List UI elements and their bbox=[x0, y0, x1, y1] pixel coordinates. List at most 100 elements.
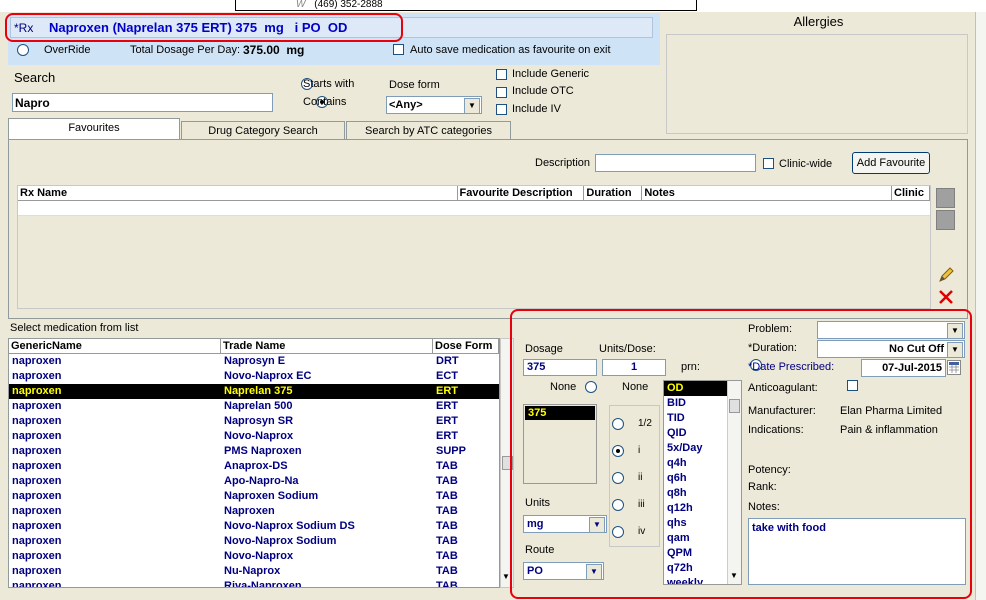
generic-name-cell: naproxen bbox=[12, 415, 62, 427]
generic-name-cell: naproxen bbox=[12, 445, 62, 457]
scroll-down-arrow-icon[interactable]: ▼ bbox=[502, 572, 510, 581]
dose-form-cell: ERT bbox=[436, 400, 458, 412]
fav-col-duration[interactable]: Duration bbox=[584, 186, 643, 201]
trade-name-cell: Naprosyn SR bbox=[224, 415, 294, 427]
generic-name-cell: naproxen bbox=[12, 460, 62, 472]
trade-name-cell: Novo-Naprox bbox=[224, 430, 294, 442]
medlist-col-trade[interactable]: Trade Name bbox=[221, 339, 433, 354]
right-scrollbar[interactable] bbox=[975, 12, 986, 600]
dose-form-cell: TAB bbox=[436, 505, 458, 517]
allergies-title: Allergies bbox=[793, 14, 844, 29]
generic-name-cell: naproxen bbox=[12, 520, 62, 532]
top-phone-box: W (469) 352-2888 bbox=[235, 0, 697, 11]
medlist-row[interactable]: naproxen Riva-Naproxen TAB bbox=[9, 579, 499, 588]
generic-name-cell: naproxen bbox=[12, 475, 62, 487]
trade-name-cell: Naproxen Sodium bbox=[224, 490, 319, 502]
description-input[interactable] bbox=[595, 154, 756, 172]
medlist-rows: naproxen Naprosyn E DRT naproxen Novo-Naprox… bbox=[9, 354, 499, 588]
medlist-row[interactable]: naproxen Naprelan 375 ERT bbox=[9, 384, 499, 399]
medlist-row[interactable]: naproxen Naprelan 500 ERT bbox=[9, 399, 499, 414]
include-otc-label: Include OTC bbox=[512, 85, 574, 97]
trade-name-cell: Riva-Naproxen bbox=[224, 580, 302, 588]
dose-form-cell: TAB bbox=[436, 490, 458, 502]
medlist-row[interactable]: naproxen Anaprox-DS TAB bbox=[9, 459, 499, 474]
phone-number: (469) 352-2888 bbox=[314, 0, 383, 10]
generic-name-cell: naproxen bbox=[12, 430, 62, 442]
search-input-value: Napro bbox=[15, 96, 50, 110]
rx-highlight-box bbox=[5, 13, 403, 42]
tab-favourites[interactable]: Favourites bbox=[8, 118, 180, 140]
trade-name-cell: Anaprox-DS bbox=[224, 460, 288, 472]
favourites-table: Rx Name Favourite Description Duration N… bbox=[17, 185, 931, 309]
dose-form-cell: SUPP bbox=[436, 445, 466, 457]
tab-drug-category-search[interactable]: Drug Category Search bbox=[181, 121, 345, 141]
autosave-label: Auto save medication as favourite on exi… bbox=[410, 44, 611, 56]
medlist-col-generic[interactable]: GenericName bbox=[9, 339, 221, 354]
trade-name-cell: Novo-Naprox EC bbox=[224, 370, 312, 382]
total-dosage-label: Total Dosage Per Day: bbox=[130, 44, 241, 56]
contains-label: Contains bbox=[303, 96, 347, 108]
search-input[interactable]: Napro bbox=[12, 93, 273, 112]
include-generic-label: Include Generic bbox=[512, 68, 590, 80]
delete-icon[interactable] bbox=[937, 288, 955, 306]
dose-form-cell: TAB bbox=[436, 535, 458, 547]
pencil-icon[interactable] bbox=[937, 266, 955, 284]
tab-atc-categories[interactable]: Search by ATC categories bbox=[346, 121, 511, 141]
include-otc-checkbox[interactable] bbox=[496, 87, 507, 98]
medlist-row[interactable]: naproxen Apo-Napro-Na TAB bbox=[9, 474, 499, 489]
medlist-row[interactable]: naproxen Naprosyn SR ERT bbox=[9, 414, 499, 429]
allergies-list bbox=[666, 34, 968, 134]
include-generic-checkbox[interactable] bbox=[496, 69, 507, 80]
generic-name-cell: naproxen bbox=[12, 355, 62, 367]
medlist-row[interactable]: naproxen Nu-Naprox TAB bbox=[9, 564, 499, 579]
dose-form-select[interactable]: <Any> ▼ bbox=[386, 96, 482, 114]
medlist-row[interactable]: naproxen Novo-Naprox Sodium TAB bbox=[9, 534, 499, 549]
medlist-row[interactable]: naproxen Naproxen TAB bbox=[9, 504, 499, 519]
medlist-row[interactable]: naproxen Novo-Naprox ERT bbox=[9, 429, 499, 444]
trade-name-cell: Naprelan 500 bbox=[224, 400, 293, 412]
trade-name-cell: Apo-Napro-Na bbox=[224, 475, 299, 487]
dose-form-cell: ECT bbox=[436, 370, 458, 382]
fav-col-clinic[interactable]: Clinic bbox=[892, 186, 930, 201]
dose-form-cell: TAB bbox=[436, 460, 458, 472]
allergies-panel: Allergies bbox=[662, 12, 975, 136]
dosage-highlight-box bbox=[510, 309, 972, 599]
total-dosage-value: 375.00 mg bbox=[243, 43, 305, 57]
fav-scroll-up[interactable] bbox=[936, 188, 955, 208]
fav-col-rx-name[interactable]: Rx Name bbox=[18, 186, 458, 201]
generic-name-cell: naproxen bbox=[12, 400, 62, 412]
trade-name-cell: Naprosyn E bbox=[224, 355, 286, 367]
medlist-title: Select medication from list bbox=[10, 322, 139, 334]
clinic-wide-checkbox[interactable] bbox=[763, 158, 774, 169]
fav-scroll-down[interactable] bbox=[936, 210, 955, 230]
generic-name-cell: naproxen bbox=[12, 490, 62, 502]
medlist-row[interactable]: naproxen Novo-Naprox Sodium DS TAB bbox=[9, 519, 499, 534]
medlist-row[interactable]: naproxen Naprosyn E DRT bbox=[9, 354, 499, 369]
medlist-col-doseform[interactable]: Dose Form bbox=[433, 339, 499, 354]
medlist-row[interactable]: naproxen PMS Naproxen SUPP bbox=[9, 444, 499, 459]
include-iv-label: Include IV bbox=[512, 103, 561, 115]
medlist-row[interactable]: naproxen Novo-Naprox TAB bbox=[9, 549, 499, 564]
medlist-row[interactable]: naproxen Naproxen Sodium TAB bbox=[9, 489, 499, 504]
dose-form-cell: TAB bbox=[436, 520, 458, 532]
dose-form-cell: ERT bbox=[436, 415, 458, 427]
trade-name-cell: Novo-Naprox bbox=[224, 550, 294, 562]
add-favourite-button[interactable]: Add Favourite bbox=[852, 152, 930, 174]
autosave-checkbox[interactable] bbox=[393, 44, 404, 55]
dose-form-cell: ERT bbox=[436, 385, 458, 397]
override-label: OverRide bbox=[44, 44, 91, 56]
fav-col-notes[interactable]: Notes bbox=[642, 186, 893, 201]
chevron-down-icon[interactable]: ▼ bbox=[464, 98, 480, 114]
trade-name-cell: Naprelan 375 bbox=[224, 385, 293, 397]
dose-form-cell: DRT bbox=[436, 355, 459, 367]
dose-form-cell: TAB bbox=[436, 475, 458, 487]
include-iv-checkbox[interactable] bbox=[496, 104, 507, 115]
fav-col-description[interactable]: Favourite Description bbox=[457, 186, 585, 201]
generic-name-cell: naproxen bbox=[12, 385, 62, 397]
generic-name-cell: naproxen bbox=[12, 370, 62, 382]
override-radio[interactable] bbox=[17, 44, 29, 56]
generic-name-cell: naproxen bbox=[12, 565, 62, 577]
trade-name-cell: Novo-Naprox Sodium bbox=[224, 535, 337, 547]
medlist-row[interactable]: naproxen Novo-Naprox EC ECT bbox=[9, 369, 499, 384]
dose-form-cell: TAB bbox=[436, 580, 458, 588]
